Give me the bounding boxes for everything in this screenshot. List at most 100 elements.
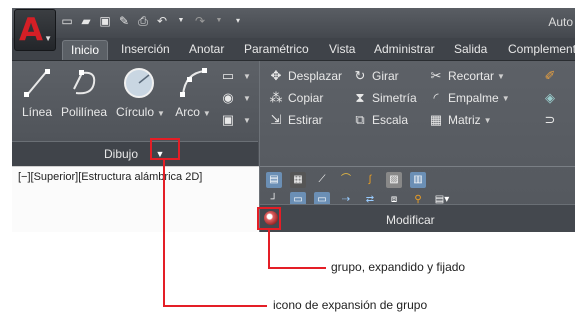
hatch-icon: ◉: [222, 90, 234, 105]
copy-label: Copiar: [288, 91, 324, 105]
tab-administrar[interactable]: Administrar: [374, 42, 435, 56]
chevron-down-icon[interactable]: ▼: [484, 116, 492, 125]
trim-label: Recortar: [448, 69, 495, 83]
chevron-down-icon[interactable]: ▼: [497, 72, 505, 81]
circle-label: Círculo: [116, 105, 155, 119]
move-tool[interactable]: ✥ Desplazar: [268, 65, 342, 87]
tab-vista[interactable]: Vista: [329, 42, 355, 56]
mirror-icon: ⧗: [355, 90, 365, 105]
modify-panel: ✥ Desplazar ⁂ Copiar ⇲ Estirar ↻ Girar ⧗ Sime…: [259, 61, 575, 232]
stretch-label: Estirar: [288, 113, 323, 127]
draw-order-icon[interactable]: ▤: [266, 172, 282, 188]
rectangle-tool[interactable]: ▭ ▼: [220, 65, 251, 87]
undo-icon[interactable]: ↶: [155, 14, 169, 28]
undo-dropdown-icon[interactable]: ▼: [174, 14, 188, 28]
circle-icon: [121, 65, 157, 101]
array-label: Matriz: [448, 113, 481, 127]
panel-divider: [260, 166, 575, 167]
arc-label: Arco: [175, 105, 200, 119]
trim-icon: ✂: [430, 68, 442, 83]
chevron-down-icon[interactable]: ▼: [502, 94, 510, 103]
arc-tool[interactable]: Arco ▼: [173, 65, 213, 119]
copy-icon: ⁂: [269, 90, 283, 105]
title-bar: ▭ ▰ ▣ ✎ ⎙ ↶ ▼ ↷ ▼ ▾ Auto: [12, 8, 575, 38]
mirror-label: Simetría: [372, 91, 417, 105]
autocad-logo-icon: A: [19, 12, 43, 48]
circle-tool[interactable]: Círculo ▼: [116, 65, 165, 119]
tab-inicio[interactable]: Inicio: [62, 40, 109, 60]
polyline-label: Polilínea: [60, 105, 108, 119]
edit-hatch-icon[interactable]: ▨: [386, 172, 402, 188]
draw-panel-footer: Dibujo ▼: [12, 141, 258, 166]
scale-label: Escala: [372, 113, 409, 127]
offset-tool[interactable]: ⊃: [542, 109, 562, 131]
erase-tool[interactable]: ✐: [542, 65, 562, 87]
viewport-controls-label[interactable]: [−][Superior][Estructura alámbrica 2D]: [18, 171, 202, 183]
move-label: Desplazar: [288, 69, 343, 83]
match-properties-icon[interactable]: ▥: [410, 172, 426, 188]
draw-small-tools: ▭ ▼ ◉ ▼ ▣ ▼: [220, 65, 251, 131]
quick-access-toolbar: ▭ ▰ ▣ ✎ ⎙ ↶ ▼ ↷ ▼ ▾: [60, 14, 245, 28]
modify-extra-row-1: ▤ ▦ ⟋ ⌒ ∫ ▨ ▥: [266, 172, 426, 188]
draw-panel-title: Dibujo: [104, 147, 139, 161]
modify-column-3: ✂ Recortar ▼ ◜ Empalme ▼ ▦ Matriz ▼: [428, 65, 510, 131]
arc-dropdown-icon[interactable]: ▼: [203, 109, 211, 118]
redo-dropdown-icon[interactable]: ▼: [212, 14, 226, 28]
region-tool[interactable]: ▣ ▼: [220, 109, 251, 131]
line-tool[interactable]: Línea: [15, 65, 59, 119]
mirror-tool[interactable]: ⧗ Simetría: [352, 87, 417, 109]
tab-insercion[interactable]: Inserción: [121, 42, 170, 56]
callout-line-expander-horizontal: [163, 305, 267, 307]
print-icon[interactable]: ⎙: [136, 14, 150, 28]
modify-column-2: ↻ Girar ⧗ Simetría ⧉ Escala: [352, 65, 417, 131]
chevron-down-icon: ▼: [243, 115, 251, 125]
offset-icon: ⊃: [544, 112, 556, 127]
fillet-label: Empalme: [448, 91, 499, 105]
scale-tool[interactable]: ⧉ Escala: [352, 109, 417, 131]
chamfer-icon[interactable]: ⌒: [338, 172, 354, 188]
tab-complementos[interactable]: Complement: [508, 42, 575, 56]
copy-tool[interactable]: ⁂ Copiar: [268, 87, 342, 109]
explode-tool[interactable]: ◈: [542, 87, 562, 109]
callout-line-pin-vertical: [268, 230, 270, 268]
array-icon: ▦: [429, 112, 443, 127]
explode-icon: ◈: [545, 90, 555, 105]
line-icon: [19, 65, 55, 101]
chevron-down-icon: ▼: [243, 71, 251, 81]
callout-line-expander-vertical: [163, 160, 165, 307]
customize-toolbar-icon[interactable]: ▾: [231, 14, 245, 28]
line-label: Línea: [21, 105, 53, 119]
tab-salida[interactable]: Salida: [454, 42, 487, 56]
draw-panel: Línea Polilínea Círculo ▼ Arco ▼ ▭ ▼ ◉ ▼…: [12, 61, 258, 166]
ribbon-tabs: Inicio Inserción Anotar Paramétrico Vist…: [12, 38, 575, 61]
tab-anotar[interactable]: Anotar: [189, 42, 224, 56]
polyline-icon: [66, 65, 102, 101]
edit-spline-icon[interactable]: ∫: [362, 172, 378, 188]
region-icon: ▣: [221, 112, 235, 127]
tab-parametrico[interactable]: Paramétrico: [244, 42, 309, 56]
hatch-tool[interactable]: ◉ ▼: [220, 87, 251, 109]
rotate-tool[interactable]: ↻ Girar: [352, 65, 417, 87]
chevron-down-icon: ▼: [243, 93, 251, 103]
new-icon[interactable]: ▭: [60, 14, 74, 28]
application-menu-button[interactable]: A ▼: [14, 9, 56, 51]
chevron-down-icon: ▼: [44, 34, 52, 43]
stretch-icon: ⇲: [270, 112, 282, 127]
join-icon[interactable]: ▦: [290, 172, 306, 188]
callout-line-pin-horizontal: [268, 267, 326, 269]
callout-expander-label: icono de expansión de grupo: [273, 298, 428, 312]
stretch-tool[interactable]: ⇲ Estirar: [268, 109, 342, 131]
drawing-viewport[interactable]: [−][Superior][Estructura alámbrica 2D]: [12, 166, 259, 232]
lengthen-icon[interactable]: ⟋: [314, 172, 330, 188]
redo-icon[interactable]: ↷: [193, 14, 207, 28]
save-as-icon[interactable]: ✎: [117, 14, 131, 28]
save-icon[interactable]: ▣: [98, 14, 112, 28]
polyline-tool[interactable]: Polilínea: [58, 65, 110, 119]
array-tool[interactable]: ▦ Matriz ▼: [428, 109, 510, 131]
circle-dropdown-icon[interactable]: ▼: [157, 109, 165, 118]
fillet-tool[interactable]: ◜ Empalme ▼: [428, 87, 510, 109]
open-icon[interactable]: ▰: [79, 14, 93, 28]
modify-column-1: ✥ Desplazar ⁂ Copiar ⇲ Estirar: [268, 65, 343, 131]
rotate-icon: ↻: [354, 68, 366, 83]
trim-tool[interactable]: ✂ Recortar ▼: [428, 65, 510, 87]
